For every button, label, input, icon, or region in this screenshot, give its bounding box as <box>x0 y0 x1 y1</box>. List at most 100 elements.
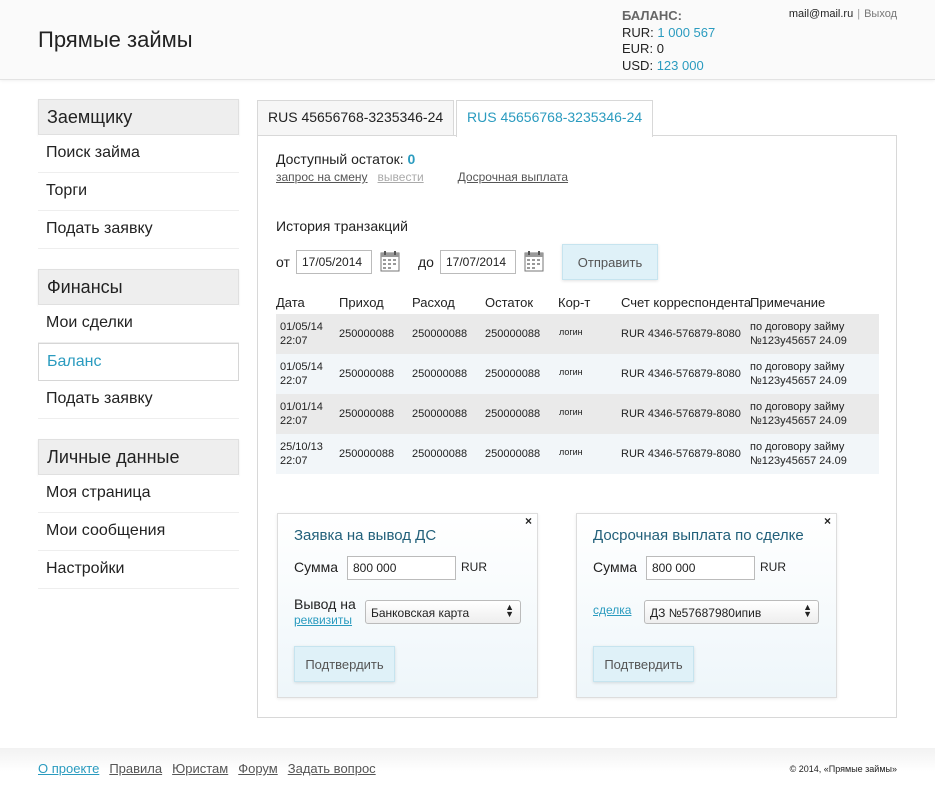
tab-account-2[interactable]: RUS 45656768-3235346-24 <box>456 100 654 137</box>
withdraw-link[interactable]: вывести <box>378 170 424 184</box>
sum-label: Сумма <box>593 559 637 575</box>
sidebar-item-messages[interactable]: Мои сообщения <box>38 513 239 551</box>
from-label: от <box>276 254 290 270</box>
select-arrow-icon: ▲ ▼ <box>803 602 812 619</box>
table-row: 01/05/14 22:07 250000088 250000088 250000… <box>276 314 879 354</box>
sum-label: Сумма <box>294 559 338 575</box>
withdraw-method-value: Банковская карта <box>371 606 470 620</box>
cell-date: 25/10/13 22:07 <box>280 440 323 468</box>
cell-corr: логин <box>559 367 583 377</box>
withdraw-modal-title: Заявка на вывод ДС <box>294 527 437 544</box>
submit-button[interactable]: Отправить <box>562 244 658 280</box>
sum-input[interactable] <box>347 556 456 580</box>
cell-date: 01/05/14 22:07 <box>280 320 323 348</box>
balance-currency: USD: <box>622 57 654 73</box>
sidebar-group-title: Заемщику <box>38 99 239 135</box>
balance-value: 1 000 567 <box>657 24 716 40</box>
cell-rest: 250000088 <box>485 408 541 420</box>
user-bar-separator: | <box>857 8 861 20</box>
sidebar-group-personal: Личные данные Моя страница Мои сообщения… <box>38 439 239 589</box>
sidebar-item-auctions[interactable]: Торги <box>38 173 239 211</box>
sidebar-item-apply[interactable]: Подать заявку <box>38 211 239 249</box>
cell-date-day: 01/05/14 <box>280 321 323 333</box>
footer-link-forum[interactable]: Форум <box>238 761 278 776</box>
header: Прямые займы БАЛАНС: RUR: 1 000 567 EUR:… <box>0 0 935 80</box>
account-links: запрос на смену вывести Досрочная выплата <box>276 170 578 184</box>
cell-note-line: по договору займу <box>750 401 845 413</box>
deal-link[interactable]: сделка <box>593 603 631 617</box>
sidebar-item-deals[interactable]: Мои сделки <box>38 305 239 343</box>
sidebar-item-loan-search[interactable]: Поиск займа <box>38 135 239 173</box>
balance-currency: EUR: <box>622 41 654 56</box>
table-row: 25/10/13 22:07 250000088 250000088 250000… <box>276 434 879 474</box>
col-income: Приход <box>339 295 384 310</box>
table-row: 01/01/14 22:07 250000088 250000088 250000… <box>276 394 879 434</box>
cell-account: RUR 4346-576879-8080 <box>621 408 741 420</box>
cell-income: 250000088 <box>339 448 395 460</box>
cell-note: по договору займу №123у45657 24.09 <box>750 400 847 428</box>
calendar-icon[interactable] <box>380 250 400 272</box>
cell-note: по договору займу №123у45657 24.09 <box>750 320 847 348</box>
cell-expense: 250000088 <box>412 408 468 420</box>
select-arrow-icon: ▲ ▼ <box>505 602 514 619</box>
early-modal-title: Досрочная выплата по сделке <box>593 527 804 544</box>
confirm-withdraw-button[interactable]: Подтвердить <box>294 646 395 682</box>
col-account: Счет корреспондента <box>621 295 752 310</box>
available-balance: Доступный остаток: 0 <box>276 151 415 167</box>
deal-value: ДЗ №57687980ипив <box>650 606 762 620</box>
col-rest: Остаток <box>485 295 534 310</box>
requisites-link[interactable]: реквизиты <box>294 613 352 627</box>
change-request-link[interactable]: запрос на смену <box>276 170 368 184</box>
close-icon[interactable]: × <box>525 514 532 528</box>
footer-links: О проекте Правила Юристам Форум Задать вопро… <box>38 761 386 776</box>
cell-note-line: по договору займу <box>750 321 845 333</box>
to-label: до <box>418 254 434 270</box>
cell-note: по договору займу №123у45657 24.09 <box>750 360 847 388</box>
balance-usd: USD: 123 000 <box>622 58 715 75</box>
cell-expense: 250000088 <box>412 448 468 460</box>
close-icon[interactable]: × <box>824 514 831 528</box>
sidebar-group-finance: Финансы Мои сделки Баланс Подать заявку <box>38 269 239 419</box>
col-date: Дата <box>276 295 305 310</box>
cell-corr: логин <box>559 407 583 417</box>
calendar-icon[interactable] <box>524 250 544 272</box>
cell-income: 250000088 <box>339 408 395 420</box>
early-payment-link[interactable]: Досрочная выплата <box>458 170 568 184</box>
sidebar-item-apply-finance[interactable]: Подать заявку <box>38 381 239 419</box>
sidebar-group-title: Личные данные <box>38 439 239 475</box>
sidebar-item-settings[interactable]: Настройки <box>38 551 239 589</box>
logout-link[interactable]: Выход <box>864 8 897 20</box>
date-to-input[interactable] <box>440 250 516 274</box>
deal-select[interactable]: ДЗ №57687980ипив ▲ ▼ <box>644 600 819 624</box>
copyright: © 2014, «Прямые займы» <box>789 764 897 774</box>
footer-link-rules[interactable]: Правила <box>109 761 162 776</box>
cell-account: RUR 4346-576879-8080 <box>621 368 741 380</box>
footer-link-about[interactable]: О проекте <box>38 761 99 776</box>
user-email[interactable]: mail@mail.ru <box>789 8 853 20</box>
withdraw-method-select[interactable]: Банковская карта ▲ ▼ <box>365 600 521 624</box>
user-bar: mail@mail.ru | Выход <box>789 8 897 20</box>
cell-date-day: 25/10/13 <box>280 441 323 453</box>
footer-link-ask[interactable]: Задать вопрос <box>288 761 376 776</box>
balance-title: БАЛАНС: <box>622 8 683 23</box>
cell-note-line: №123у45657 24.09 <box>750 335 847 347</box>
cell-corr: логин <box>559 327 583 337</box>
cell-date-time: 22:07 <box>280 375 308 387</box>
cell-expense: 250000088 <box>412 368 468 380</box>
cell-note-line: №123у45657 24.09 <box>750 455 847 467</box>
footer-link-lawyers[interactable]: Юристам <box>172 761 228 776</box>
cell-corr: логин <box>559 447 583 457</box>
confirm-early-button[interactable]: Подтвердить <box>593 646 694 682</box>
cell-date-time: 22:07 <box>280 455 308 467</box>
cell-rest: 250000088 <box>485 328 541 340</box>
date-from-input[interactable] <box>296 250 372 274</box>
tab-account-1[interactable]: RUS 45656768-3235346-24 <box>257 100 455 136</box>
method-label: Вывод на <box>294 596 356 612</box>
col-note: Примечание <box>750 295 826 310</box>
sidebar-item-my-page[interactable]: Моя страница <box>38 475 239 513</box>
site-logo[interactable]: Прямые займы <box>38 27 193 53</box>
withdraw-modal: × Заявка на вывод ДС Сумма RUR Вывод на … <box>277 513 538 698</box>
sidebar-item-balance[interactable]: Баланс <box>38 343 239 381</box>
sum-input[interactable] <box>646 556 755 580</box>
cell-rest: 250000088 <box>485 448 541 460</box>
